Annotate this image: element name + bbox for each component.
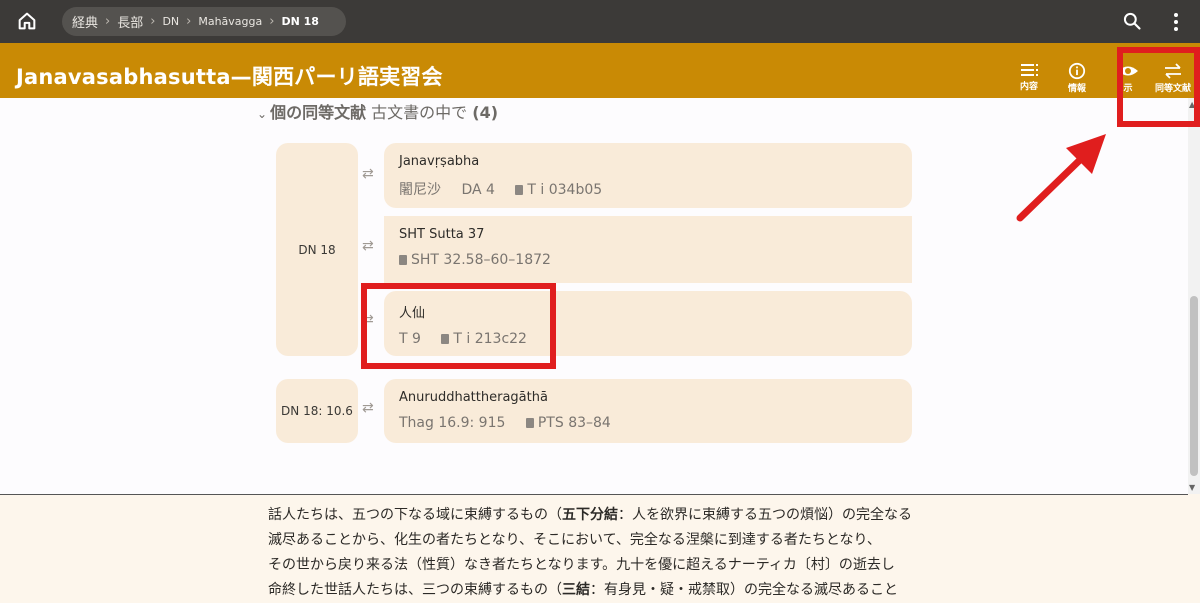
source-label: DN 18: 10.6 (281, 404, 353, 418)
text-line: 滅尽あることから、化生の者たちとなり、そこにおいて、完全なる涅槃に到達する者たち… (268, 532, 881, 548)
contents-button[interactable]: 内容 (1004, 62, 1054, 94)
highlight-box (1117, 47, 1200, 127)
breadcrumb-item-mahavagga[interactable]: Mahāvagga (198, 15, 262, 28)
parallel-book-ref[interactable]: T i 034b05 (527, 182, 602, 198)
parallel-ref[interactable]: DA 4 (461, 182, 494, 198)
swap-arrows-icon: ⇄ (362, 238, 374, 254)
chevron-down-icon: ⌄ (257, 107, 268, 121)
chevron-right-icon: › (105, 14, 111, 29)
parallel-refs: SHT 32.58–60–1872 (399, 252, 912, 268)
breadcrumb: 経典 › 長部 › DN › Mahāvagga › DN 18 (62, 7, 346, 36)
source-card[interactable]: DN 18: 10.6 (276, 379, 358, 443)
parallel-card[interactable]: SHT Sutta 37 SHT 32.58–60–1872 (384, 216, 912, 283)
section-subtitle: 古文書の中で (371, 103, 468, 122)
parallel-name: SHT Sutta 37 (399, 227, 485, 242)
parallel-name: Janavṛṣabha (399, 154, 480, 169)
more-vert-icon[interactable] (1166, 11, 1186, 33)
parallel-refs: 闍尼沙 DA 4 T i 034b05 (399, 179, 912, 199)
sutta-text: 話人たちは、五つの下なる域に束縛するもの（五下分結：人を欲界に束縛する五つの煩悩… (268, 503, 948, 603)
parallel-card[interactable]: Anuruddhattheragāthā Thag 16.9: 915 PTS … (384, 379, 912, 443)
annotation-arrow-icon (1016, 134, 1106, 222)
text-line: 命終した世話人たちは、三つの束縛するもの（三結：有身見・疑・戒禁取）の完全なる滅… (268, 582, 898, 598)
search-icon[interactable] (1122, 11, 1142, 31)
parallels-section-header[interactable]: ⌄ 個の同等文献 古文書の中で (4) (257, 99, 498, 123)
section-title: 個の同等文献 (270, 103, 367, 122)
section-count: (4) (472, 103, 499, 122)
parallel-book-ref[interactable]: SHT 32.58–60–1872 (411, 252, 551, 268)
parallel-ref[interactable]: Thag 16.9: 915 (399, 415, 505, 431)
highlight-box (361, 283, 556, 369)
toc-icon (1021, 64, 1038, 76)
info-icon (1068, 62, 1086, 80)
scroll-down-icon[interactable]: ▼ (1189, 483, 1195, 492)
breadcrumb-item-current: DN 18 (281, 15, 319, 28)
info-label: 情報 (1067, 84, 1086, 94)
source-label: DN 18 (298, 242, 336, 257)
text-line: 話人たちは、五つの下なる域に束縛するもの（五下分結：人を欲界に束縛する五つの煩悩… (268, 507, 912, 523)
breadcrumb-item-sutta[interactable]: 経典 (72, 12, 98, 31)
parallel-refs: Thag 16.9: 915 PTS 83–84 (399, 415, 912, 431)
scrollbar-thumb[interactable] (1190, 296, 1198, 476)
swap-arrows-icon: ⇄ (362, 166, 374, 182)
parallel-name: Anuruddhattheragāthā (399, 390, 548, 405)
breadcrumb-item-dn[interactable]: DN (162, 15, 179, 28)
parallel-book-ref[interactable]: PTS 83–84 (538, 415, 611, 431)
parallel-card[interactable]: Janavṛṣabha 闍尼沙 DA 4 T i 034b05 (384, 143, 912, 208)
contents-label: 内容 (1019, 82, 1038, 92)
breadcrumb-item-digha[interactable]: 長部 (117, 12, 143, 31)
info-button[interactable]: 情報 (1052, 62, 1102, 94)
book-icon (515, 185, 524, 195)
source-card[interactable]: DN 18 (276, 143, 358, 356)
chevron-right-icon: › (150, 14, 156, 29)
book-icon (399, 255, 407, 265)
home-icon[interactable] (16, 10, 38, 32)
top-bar: 経典 › 長部 › DN › Mahāvagga › DN 18 (0, 0, 1200, 43)
book-icon (525, 418, 534, 428)
page-title: Janavasabhasutta—関西パーリ語実習会 (16, 65, 443, 89)
chevron-right-icon: › (186, 14, 192, 29)
text-line: その世から戻り来る法（性質）なき者たちとなります。九十を優に超えるナーティカ〔村… (268, 557, 895, 573)
chevron-right-icon: › (269, 14, 275, 29)
swap-arrows-icon: ⇄ (362, 400, 374, 416)
parallel-ref[interactable]: 闍尼沙 (399, 182, 441, 198)
